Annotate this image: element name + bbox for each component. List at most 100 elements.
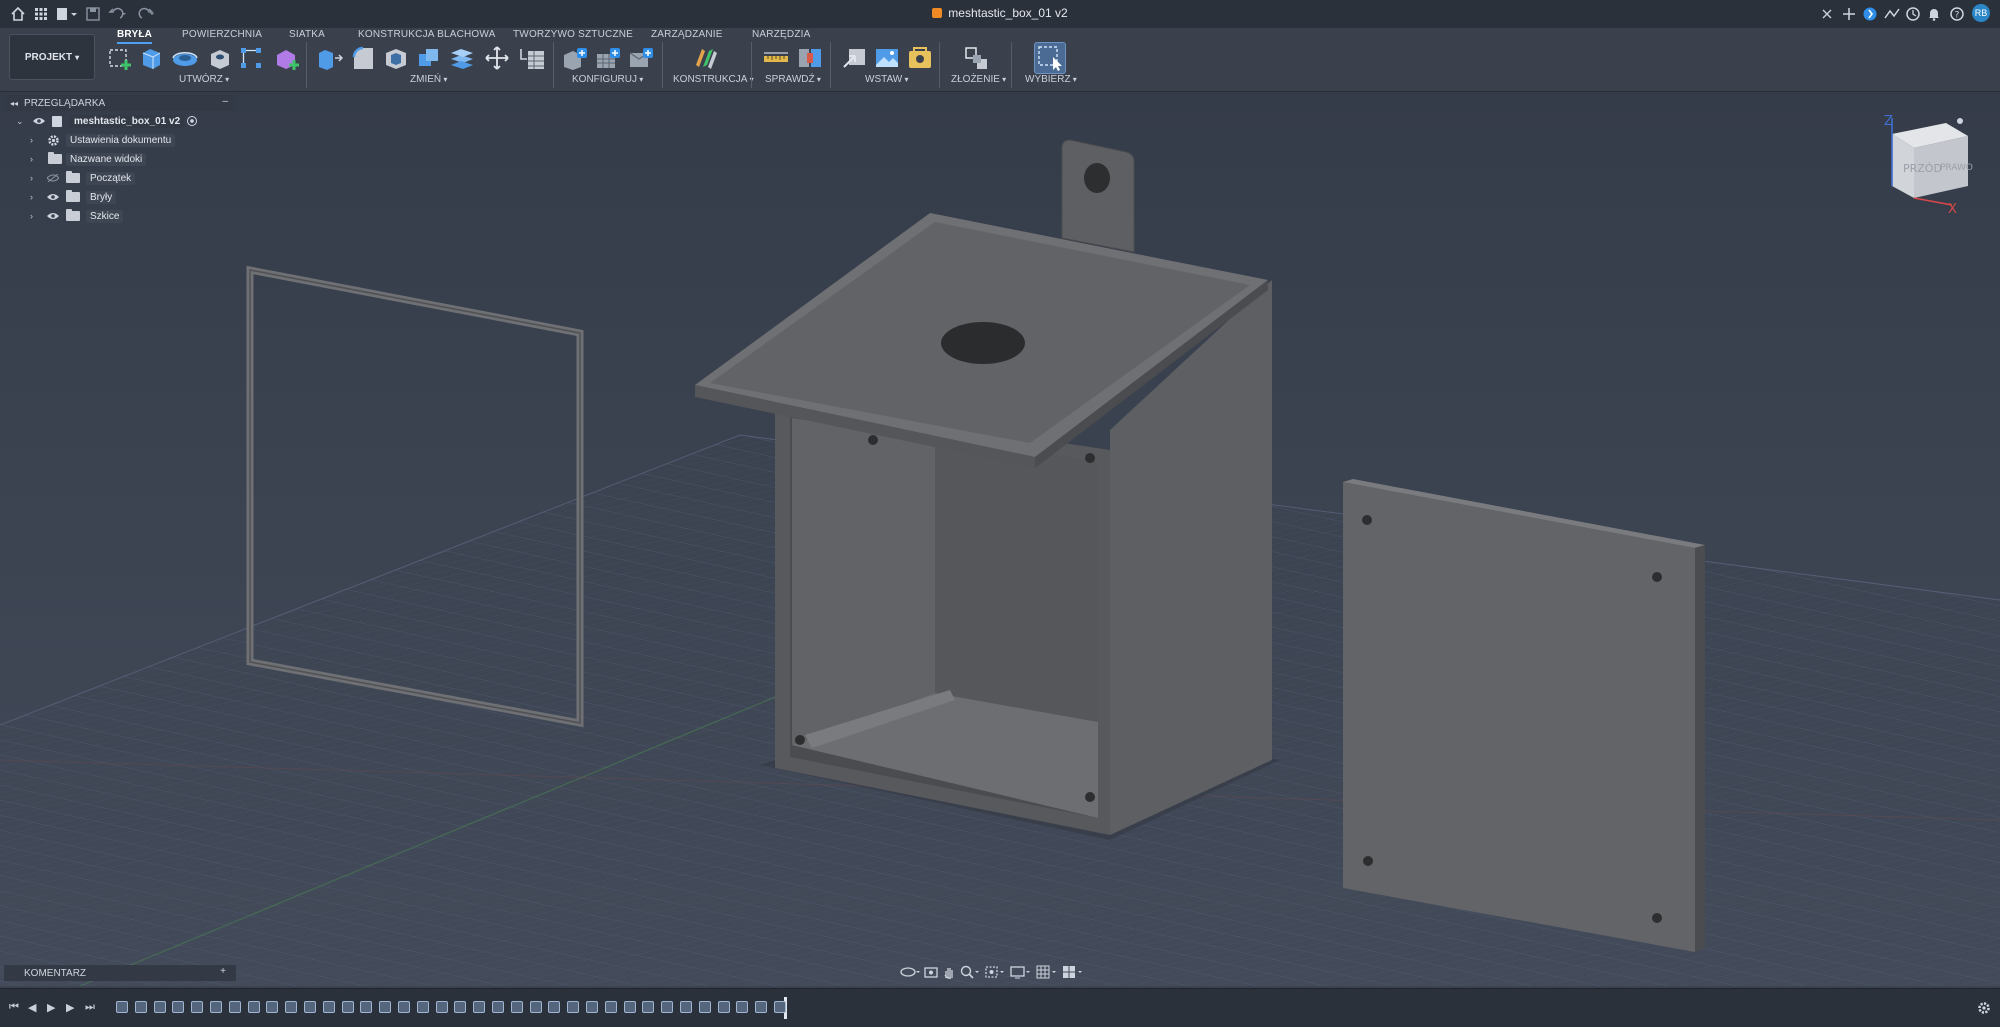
tree-item-bodies[interactable]: › Bryły [4, 188, 236, 207]
step-back-icon[interactable]: ◀ [28, 1001, 36, 1014]
zoom-icon[interactable] [960, 965, 980, 979]
active-radio-icon[interactable] [187, 116, 197, 126]
project-button[interactable]: PROJEKT ▾ [9, 34, 95, 80]
comments-panel[interactable]: KOMENTARZ + [4, 965, 236, 981]
tab-powierzchnia[interactable]: POWIERZCHNIA [182, 28, 262, 42]
pattern-tool-icon[interactable] [238, 45, 264, 71]
document-tab[interactable]: meshtastic_box_01 v2 [932, 6, 1068, 20]
minimize-icon[interactable]: – [222, 96, 228, 107]
tree-item-origin[interactable]: › Początek [4, 169, 236, 188]
timeline-feature-icon[interactable] [116, 1001, 128, 1013]
extensions-icon[interactable] [1863, 5, 1877, 23]
viewports-icon[interactable] [1062, 965, 1084, 979]
timeline-feature-icon[interactable] [304, 1001, 316, 1013]
step-forward-icon[interactable]: ▶ [66, 1001, 74, 1014]
timeline-feature-icon[interactable] [398, 1001, 410, 1013]
timeline-feature-icon[interactable] [492, 1001, 504, 1013]
viewport-canvas[interactable]: PRZÓD PRAWO Z X [0, 92, 2000, 987]
chevron-right-icon[interactable]: › [30, 173, 40, 183]
group-zmien[interactable]: ZMIEŃ [410, 74, 447, 85]
create-sketch-tool-icon[interactable] [107, 45, 133, 71]
timeline-feature-icon[interactable] [435, 1001, 448, 1013]
viewcube-home-icon[interactable] [1957, 118, 1963, 124]
chevron-down-icon[interactable]: ⌄ [16, 116, 26, 126]
timeline-feature-icon[interactable] [379, 1001, 392, 1013]
display-settings-icon[interactable] [1010, 965, 1032, 979]
group-konstrukcja[interactable]: KONSTRUKCJA [673, 74, 754, 85]
file-menu-icon[interactable] [56, 5, 78, 23]
timeline-feature-icon[interactable] [698, 1001, 711, 1013]
go-to-end-icon[interactable]: ⏭ [85, 1001, 95, 1014]
redo-icon[interactable] [136, 5, 156, 23]
group-sprawdz[interactable]: SPRAWDŹ [765, 74, 821, 85]
chevron-right-icon[interactable]: › [30, 135, 40, 145]
timeline-feature-icon[interactable] [134, 1001, 147, 1013]
visibility-eye-icon[interactable] [47, 212, 59, 220]
group-zlozenie[interactable]: ZŁOŻENIE [951, 74, 1006, 85]
insert-derive-tool-icon[interactable] [841, 45, 867, 71]
move-copy-tool-icon[interactable] [484, 45, 510, 71]
back-panel[interactable] [1343, 479, 1705, 952]
new-tab-icon[interactable] [1843, 5, 1855, 23]
timeline-feature-icon[interactable] [172, 1001, 185, 1013]
timeline-feature-icon[interactable] [341, 1001, 354, 1013]
clock-icon[interactable] [1906, 5, 1920, 23]
tree-root[interactable]: ⌄ meshtastic_box_01 v2 [4, 112, 236, 131]
press-pull-tool-icon[interactable] [315, 45, 344, 71]
apps-grid-icon[interactable] [34, 5, 48, 23]
user-avatar[interactable]: RB [1972, 4, 1990, 22]
save-icon[interactable] [86, 5, 100, 23]
job-status-icon[interactable] [1884, 5, 1900, 23]
fillet-tool-icon[interactable] [350, 45, 376, 71]
pan-hand-icon[interactable] [942, 965, 956, 979]
tab-bryla[interactable]: BRYŁA [117, 28, 153, 44]
revolve-tool-icon[interactable] [171, 45, 198, 71]
timeline-feature-icon[interactable] [661, 1001, 674, 1013]
fit-view-icon[interactable] [984, 965, 1006, 979]
timeline-feature-icon[interactable] [717, 1001, 730, 1013]
undo-icon[interactable] [108, 5, 128, 23]
timeline-feature-icon[interactable] [774, 1001, 786, 1013]
interference-tool-icon[interactable] [796, 45, 822, 71]
timeline-feature-icon[interactable] [736, 1001, 749, 1013]
timeline-feature-icon[interactable] [510, 1001, 523, 1013]
timeline-feature-icon[interactable] [191, 1001, 204, 1013]
insert-canvas-tool-icon[interactable] [873, 45, 899, 71]
chevron-right-icon[interactable]: › [30, 211, 40, 221]
orbit-icon[interactable] [900, 965, 920, 979]
notifications-bell-icon[interactable] [1928, 5, 1940, 23]
close-tab-icon[interactable] [1822, 5, 1832, 23]
timeline-feature-icon[interactable] [153, 1001, 166, 1013]
change-parameters-tool-icon[interactable] [518, 45, 544, 71]
collapse-arrows-icon[interactable]: ◂◂ [10, 99, 18, 108]
measure-tool-icon[interactable] [762, 45, 788, 71]
timeline-feature-icon[interactable] [247, 1001, 260, 1013]
timeline-feature-icon[interactable] [285, 1001, 298, 1013]
configure-table-tool-icon[interactable] [561, 45, 587, 71]
add-comment-button[interactable]: + [220, 966, 226, 977]
group-konfiguruj[interactable]: KONFIGURUJ [572, 74, 643, 85]
timeline-feature-icon[interactable] [266, 1001, 279, 1013]
group-utworz[interactable]: UTWÓRZ [179, 74, 229, 85]
look-at-icon[interactable] [924, 965, 938, 979]
play-icon[interactable]: ▶ [47, 1001, 55, 1014]
timeline-feature-icon[interactable] [586, 1001, 598, 1013]
group-wstaw[interactable]: WSTAW [865, 74, 908, 85]
configure-theme-tool-icon[interactable] [627, 45, 653, 71]
tab-siatka[interactable]: SIATKA [289, 28, 325, 42]
timeline-feature-icon[interactable] [755, 1001, 768, 1013]
go-to-start-icon[interactable]: ⏮ [9, 1001, 19, 1014]
timeline-feature-icon[interactable] [548, 1001, 561, 1013]
timeline-feature-icon[interactable] [454, 1001, 467, 1013]
offset-face-tool-icon[interactable] [449, 45, 475, 71]
home-icon[interactable] [10, 5, 26, 23]
tree-item-named-views[interactable]: › Nazwane widoki [4, 150, 236, 169]
tab-narzedzia[interactable]: NARZĘDZIA [752, 28, 810, 42]
help-icon[interactable]: ? [1950, 5, 1964, 23]
timeline-feature-icon[interactable] [228, 1001, 241, 1013]
timeline-feature-icon[interactable] [210, 1001, 222, 1013]
timeline-feature-icon[interactable] [416, 1001, 429, 1013]
timeline-feature-icon[interactable] [322, 1001, 335, 1013]
timeline-feature-icon[interactable] [642, 1001, 655, 1013]
timeline-feature-icon[interactable] [567, 1001, 580, 1013]
